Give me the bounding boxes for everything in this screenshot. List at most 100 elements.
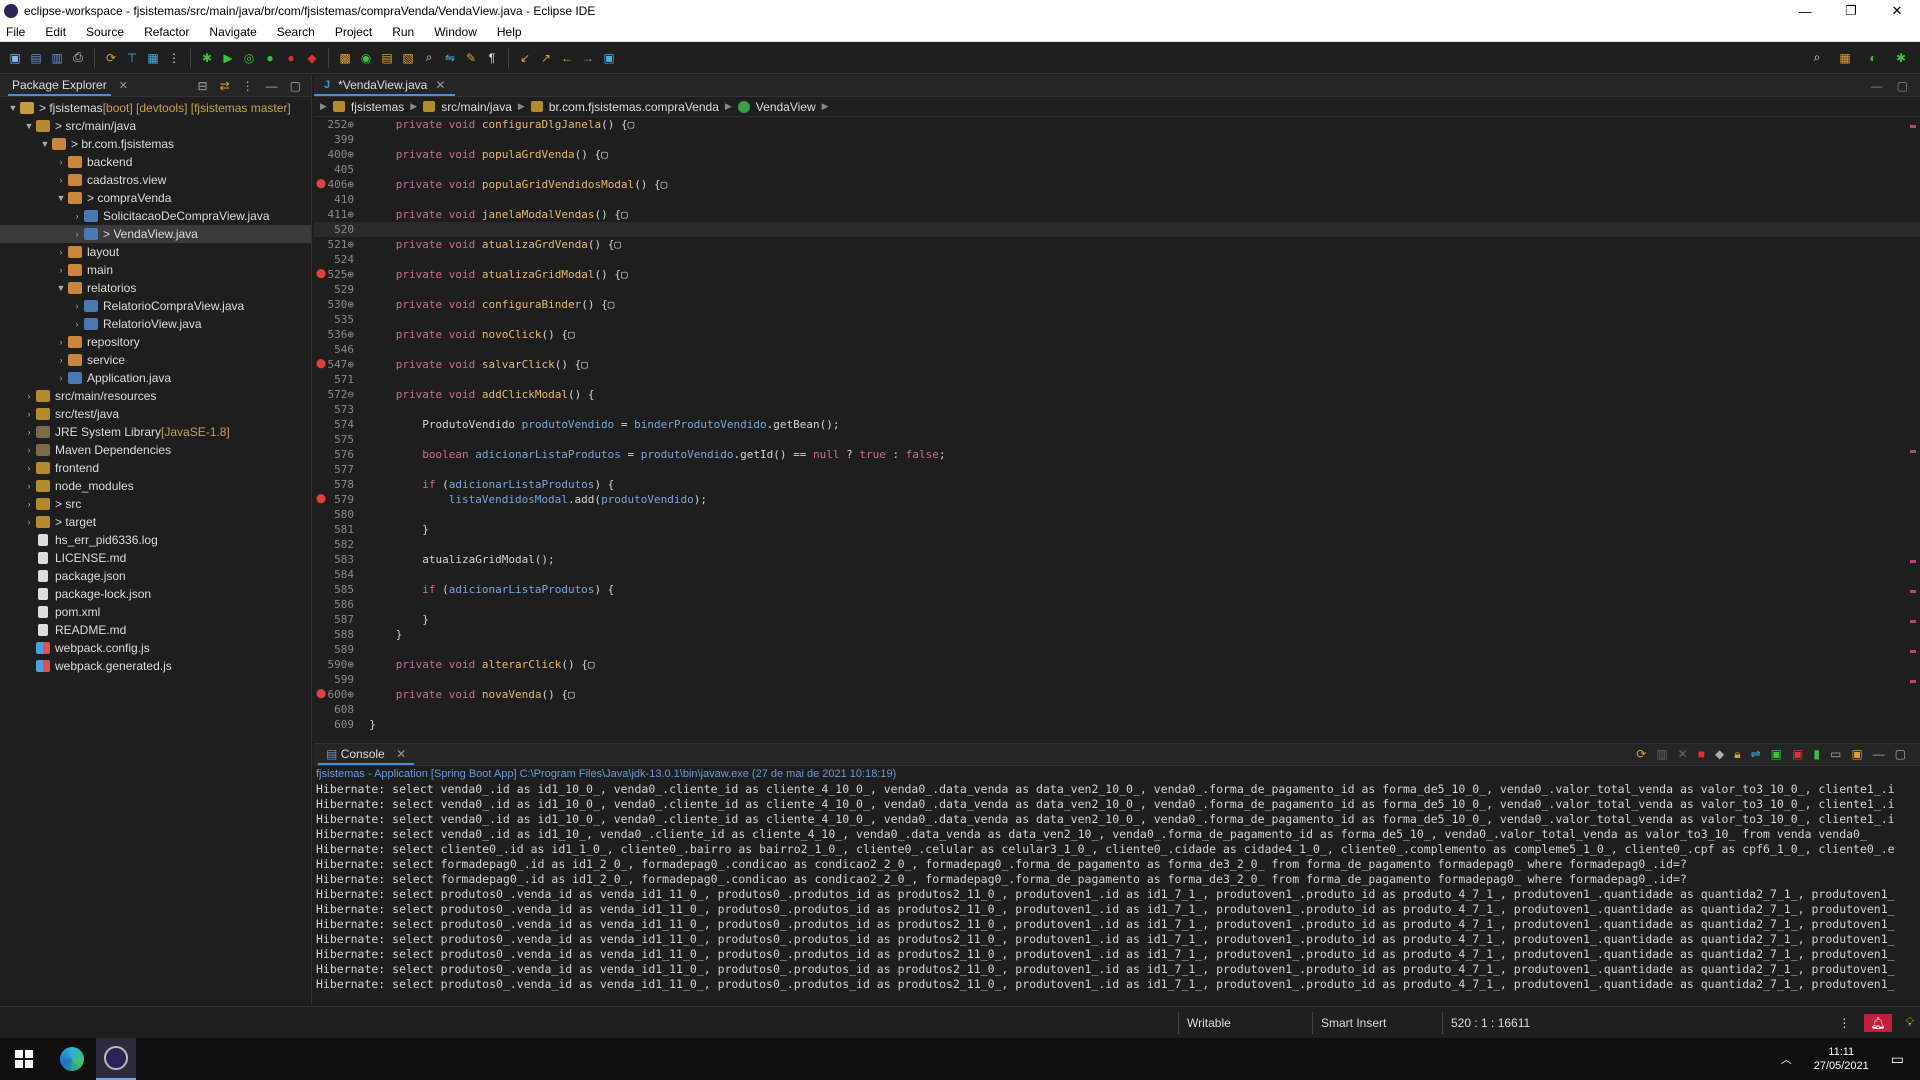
tip-icon[interactable]: 💡︎ [1906,1015,1914,1030]
code-line[interactable]: 411⊕ private void janelaModalVendas() {▢ [314,207,1920,222]
open-perspective-icon[interactable]: ▦ [1836,49,1854,67]
show-on-output-icon[interactable]: ▣ [1771,747,1782,762]
menu-source[interactable]: Source [86,25,124,39]
tree-item[interactable]: › main [0,261,311,279]
notification-icon[interactable]: 🔔︎ [1864,1013,1892,1032]
tree-item[interactable]: › RelatorioCompraView.java [0,297,311,315]
code-line[interactable]: 609 } [314,717,1920,732]
tree-item[interactable]: hs_err_pid6336.log [0,531,311,549]
code-line[interactable]: 577 [314,462,1920,477]
open-console-icon[interactable]: ▣ [1851,747,1862,762]
code-line[interactable]: 252⊕ private void configuraDlgJanela() {… [314,117,1920,132]
code-line[interactable]: 583 atualizaGridModal(); [314,552,1920,567]
debug-icon[interactable]: ✱ [198,49,216,67]
breadcrumb-source-folder[interactable]: src/main/java [441,100,512,114]
editor-tab-vendaview[interactable]: J *VendaView.java ✕ [314,76,456,96]
code-line[interactable]: 546 [314,342,1920,357]
tree-item[interactable]: › > src [0,495,311,513]
filter-icon[interactable]: ⊤ [123,49,141,67]
global-search-icon[interactable]: ⌕ [1808,49,1826,67]
minimize-editor-icon[interactable]: — [1871,79,1883,93]
maximize-editor-icon[interactable]: ▢ [1897,79,1908,93]
menu-navigate[interactable]: Navigate [209,25,256,39]
pin-console-icon[interactable]: ▮ [1813,747,1820,762]
menu-edit[interactable]: Edit [45,25,66,39]
chevron-right-icon[interactable]: › [22,481,36,491]
overview-marker[interactable] [1910,590,1916,593]
menu-window[interactable]: Window [434,25,477,39]
maximize-view-icon[interactable]: ▢ [290,79,301,93]
chevron-right-icon[interactable]: › [54,157,68,167]
word-wrap-icon[interactable]: ⇌ [1751,747,1761,762]
code-line[interactable]: 586 [314,597,1920,612]
menu-help[interactable]: Help [497,25,522,39]
code-line[interactable]: 590⊕ private void alterarClick() {▢ [314,657,1920,672]
overview-marker[interactable] [1910,620,1916,623]
chevron-up-icon[interactable]: ︿ [1781,1051,1792,1067]
chevron-right-icon[interactable]: › [54,355,68,365]
chevron-right-icon[interactable]: › [22,517,36,527]
chevron-right-icon[interactable]: › [22,445,36,455]
code-line[interactable]: 572⊖ private void addClickModal() { [314,387,1920,402]
code-line[interactable]: 400⊕ private void populaGrdVenda() {▢ [314,147,1920,162]
breadcrumb-class[interactable]: VendaView [756,100,816,114]
print-icon[interactable]: ⎙ [69,49,87,67]
breadcrumb-project[interactable]: fjsistemas [351,100,404,114]
code-line[interactable]: 529 [314,282,1920,297]
chevron-right-icon[interactable]: › [54,373,68,383]
save-all-icon[interactable]: ▥ [48,49,66,67]
tree-item[interactable]: › node_modules [0,477,311,495]
code-line[interactable]: 588 } [314,627,1920,642]
save-icon[interactable]: ▤ [27,49,45,67]
tree-item[interactable]: ▼ > fjsistemas [boot] [devtools] [fjsiste… [0,99,311,117]
tree-item[interactable]: › cadastros.view [0,171,311,189]
maximize-view-icon[interactable]: ▢ [1895,747,1906,762]
scroll-lock-icon[interactable]: 🔒︎ [1734,747,1740,762]
collapse-all-icon[interactable]: ⊟ [198,79,208,93]
breakpoint-icon[interactable]: ⬤ [316,359,326,369]
code-line[interactable]: 599 [314,672,1920,687]
tree-item[interactable]: › > target [0,513,311,531]
link-editor-icon[interactable]: ⇄ [220,79,230,93]
overview-marker[interactable] [1910,125,1916,128]
action-center-icon[interactable]: ▭ [1891,1051,1904,1068]
code-line[interactable]: 571 [314,372,1920,387]
code-line[interactable]: 600⊕ ⬤ private void novaVenda() {▢ [314,687,1920,702]
breakpoint-icon[interactable]: ⬤ [316,269,326,279]
terminate-icon[interactable]: ■ [1698,747,1705,762]
code-line[interactable]: 575 [314,432,1920,447]
chevron-right-icon[interactable]: › [22,391,36,401]
minimize-view-icon[interactable]: — [266,79,278,93]
chevron-right-icon[interactable]: › [22,463,36,473]
chevron-down-icon[interactable]: ▼ [22,121,36,131]
tree-item[interactable]: › frontend [0,459,311,477]
chevron-down-icon[interactable]: ▼ [54,283,68,293]
external-tools-icon[interactable]: ● [261,49,279,67]
code-line[interactable]: 521⊕ private void atualizaGrdVenda() {▢ [314,237,1920,252]
eclipse-taskbar-app[interactable] [96,1038,136,1080]
code-line[interactable]: 584 [314,567,1920,582]
java-perspective-icon[interactable]: ◐ [1864,49,1882,67]
tree-item[interactable]: pom.xml [0,603,311,621]
code-line[interactable]: 581 } [314,522,1920,537]
remove-launch-icon[interactable]: ▥ [1656,747,1667,762]
code-line[interactable]: 576 boolean adicionarListaProdutos = pro… [314,447,1920,462]
code-line[interactable]: 525⊕ ⬤ private void atualizaGridModal() {… [314,267,1920,282]
code-line[interactable]: 405 [314,162,1920,177]
forward-icon[interactable]: → [579,49,597,67]
code-line[interactable]: 608 [314,702,1920,717]
new-package-icon[interactable]: ▩ [336,49,354,67]
chevron-right-icon[interactable]: › [70,229,84,239]
menu-refactor[interactable]: Refactor [144,25,189,39]
refresh-icon[interactable]: ⟳ [102,49,120,67]
show-whitespace-icon[interactable]: ¶ [483,49,501,67]
code-line[interactable]: 524 [314,252,1920,267]
chevron-right-icon[interactable]: › [22,427,36,437]
grid-icon[interactable]: ▦ [144,49,162,67]
chevron-right-icon[interactable]: › [54,175,68,185]
close-icon[interactable]: ✕ [119,79,128,92]
code-line[interactable]: 585 if (adicionarListaProdutos) { [314,582,1920,597]
code-line[interactable]: 535 [314,312,1920,327]
run-config-icon[interactable]: ◆ [303,49,321,67]
edge-app[interactable] [48,1038,96,1080]
